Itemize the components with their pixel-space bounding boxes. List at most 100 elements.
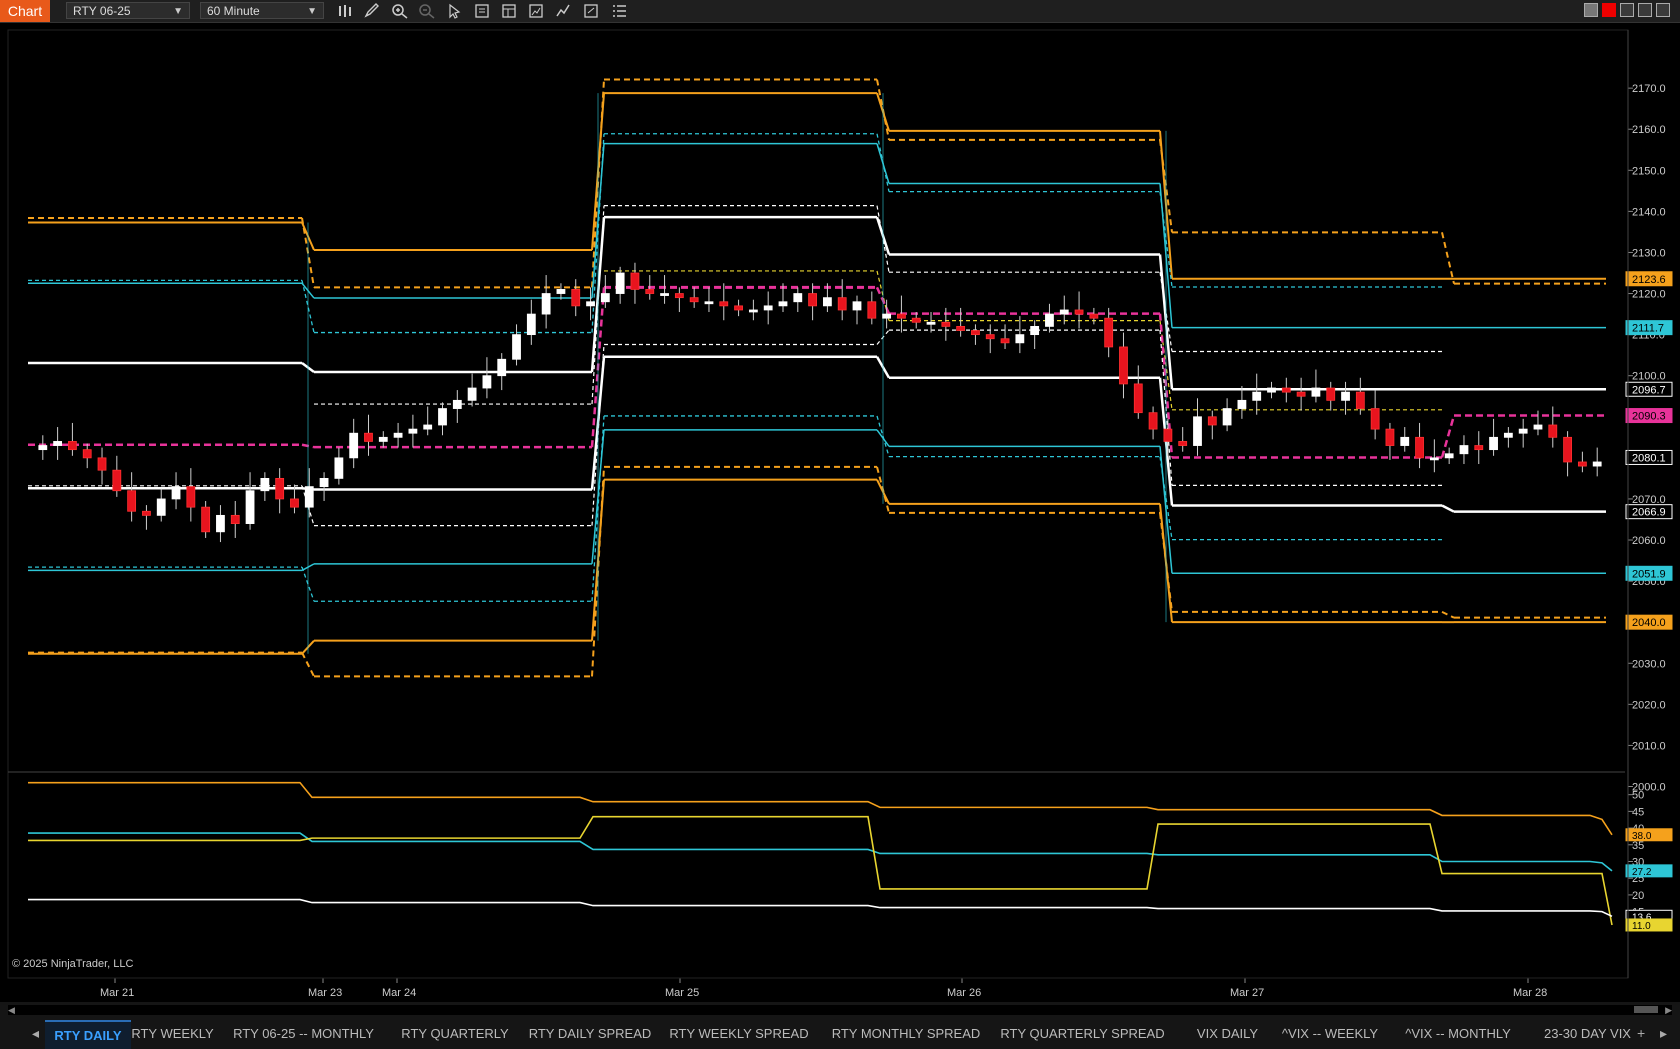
- candle-body: [497, 358, 507, 377]
- chart-tab-9[interactable]: ^VIX -- WEEKLY: [1275, 1020, 1385, 1047]
- price-tick-label: 2010.0: [1632, 740, 1666, 752]
- scroll-thumb[interactable]: [1634, 1006, 1658, 1013]
- add-tab-icon[interactable]: +: [1637, 1020, 1645, 1047]
- chart-tab-11[interactable]: 23-30 DAY VIX: [1535, 1020, 1640, 1047]
- price-flag-label: 2123.6: [1632, 274, 1666, 286]
- level-connector: [1440, 415, 1456, 458]
- candle-body: [867, 301, 877, 319]
- candle-body: [245, 490, 255, 524]
- interval-selector[interactable]: 60 Minute ▼: [200, 2, 324, 19]
- chart-tab-5[interactable]: RTY WEEKLY SPREAD: [667, 1020, 811, 1047]
- bars-type-icon[interactable]: [336, 3, 354, 19]
- copyright-text: © 2025 NinjaTrader, LLC: [12, 958, 134, 970]
- tabs-scroll-right-icon[interactable]: ▸: [1660, 1020, 1667, 1047]
- close-button[interactable]: [1656, 3, 1670, 17]
- chart-tab-7[interactable]: RTY QUARTERLY SPREAD: [1000, 1020, 1165, 1047]
- chart-tab-3[interactable]: RTY QUARTERLY: [398, 1020, 512, 1047]
- window-color-button[interactable]: [1584, 3, 1598, 17]
- instrument-selector[interactable]: RTY 06-25 ▼: [66, 2, 190, 19]
- candle-body: [334, 457, 344, 479]
- price-tick-label: 2130.0: [1632, 247, 1666, 259]
- candle-body: [1296, 391, 1306, 397]
- data-box-icon[interactable]: [473, 3, 491, 19]
- candle-body: [1074, 309, 1084, 315]
- candle-body: [1429, 457, 1439, 461]
- price-tick-label: 2140.0: [1632, 206, 1666, 218]
- candle-body: [1311, 387, 1321, 397]
- candle-body: [97, 457, 107, 471]
- candle-body: [38, 445, 48, 451]
- candle-body: [748, 309, 758, 313]
- candle-body: [378, 436, 388, 442]
- vix-axis[interactable]: 152025303540455038.027.213.611.0: [1625, 790, 1673, 932]
- indicators-icon[interactable]: [555, 3, 573, 19]
- price-axis[interactable]: 2000.02010.02020.02030.02040.02050.02060…: [1625, 83, 1673, 794]
- pivot-levels-layer: [28, 78, 1606, 678]
- strategies-icon[interactable]: [527, 3, 545, 19]
- candle-body: [304, 486, 314, 508]
- candle-body: [971, 330, 980, 336]
- candle-body: [364, 432, 373, 442]
- candle-body: [1326, 387, 1336, 401]
- vix-tick-label: 45: [1632, 806, 1644, 818]
- pencil-icon[interactable]: [363, 3, 381, 19]
- candle-body: [897, 313, 906, 319]
- candle-body: [985, 334, 995, 340]
- candle-body: [1577, 461, 1587, 467]
- candle-body: [142, 510, 151, 516]
- candle-body: [186, 486, 196, 508]
- candle-body: [1089, 313, 1099, 319]
- list-icon[interactable]: [610, 3, 628, 19]
- templates-icon[interactable]: [500, 3, 518, 19]
- candle-body: [1178, 441, 1188, 446]
- link-color-button[interactable]: [1602, 3, 1616, 17]
- candle-body: [1489, 436, 1498, 451]
- candle-body: [586, 301, 595, 307]
- vix-tick-label: 20: [1632, 890, 1644, 902]
- chevron-down-icon: ▼: [307, 6, 317, 17]
- vix-flag-label: 38.0: [1632, 831, 1652, 842]
- candle-body: [526, 313, 536, 336]
- price-flag-label: 2051.9: [1632, 568, 1666, 580]
- candle-body: [704, 301, 714, 305]
- chart-tab-0[interactable]: RTY DAILY: [45, 1020, 131, 1049]
- time-axis[interactable]: Mar 21 Mar 23 Mar 24 Mar 25 Mar 26 Mar 27 Mar …: [100, 978, 1547, 999]
- vix-series-line: [28, 781, 1613, 836]
- restore-button[interactable]: [1638, 3, 1652, 17]
- candle-body: [1059, 309, 1069, 315]
- chart-tab-6[interactable]: RTY MONTHLY SPREAD: [825, 1020, 987, 1047]
- minimize-button[interactable]: [1620, 3, 1634, 17]
- candle-body: [1104, 317, 1114, 348]
- candle-body: [1222, 408, 1232, 426]
- candle-body: [1193, 416, 1202, 446]
- candle-body: [1533, 424, 1543, 430]
- chart-tab-8[interactable]: VIX DAILY: [1180, 1020, 1275, 1047]
- chart-tab-2[interactable]: RTY 06-25 -- MONTHLY: [222, 1020, 385, 1047]
- scroll-left-icon[interactable]: ◀: [8, 1005, 15, 1016]
- chart-window-title[interactable]: Chart: [0, 0, 50, 22]
- candle-body: [660, 293, 669, 296]
- candle-body: [1503, 432, 1513, 438]
- chart-canvas[interactable]: 2000.02010.02020.02030.02040.02050.02060…: [0, 22, 1680, 1002]
- candle-body: [1385, 428, 1395, 446]
- zoom-out-icon[interactable]: [418, 3, 436, 19]
- candle-body: [423, 424, 433, 430]
- scroll-right-icon[interactable]: ▶: [1665, 1005, 1672, 1016]
- chart-toolbar: Chart RTY 06-25 ▼ 60 Minute ▼: [0, 0, 1680, 23]
- time-tick-label: Mar 27: [1230, 987, 1264, 999]
- chart-tab-4[interactable]: RTY DAILY SPREAD: [525, 1020, 655, 1047]
- candle-body: [1355, 391, 1365, 409]
- price-tick-label: 2020.0: [1632, 699, 1666, 711]
- zoom-in-icon[interactable]: [391, 3, 409, 19]
- level-connector: [1441, 504, 1455, 513]
- chart-tab-1[interactable]: RTY WEEKLY: [131, 1020, 214, 1047]
- properties-icon[interactable]: [582, 3, 600, 19]
- candle-body: [112, 469, 122, 492]
- candle-body: [1015, 334, 1025, 344]
- tabs-scroll-left-icon[interactable]: ◂: [32, 1020, 39, 1047]
- pointer-icon[interactable]: [445, 3, 463, 19]
- horizontal-scrollbar[interactable]: ◀ ▶: [8, 1005, 1672, 1015]
- price-tick-label: 2120.0: [1632, 289, 1666, 301]
- level-connector: [1441, 611, 1455, 619]
- chart-tab-10[interactable]: ^VIX -- MONTHLY: [1398, 1020, 1518, 1047]
